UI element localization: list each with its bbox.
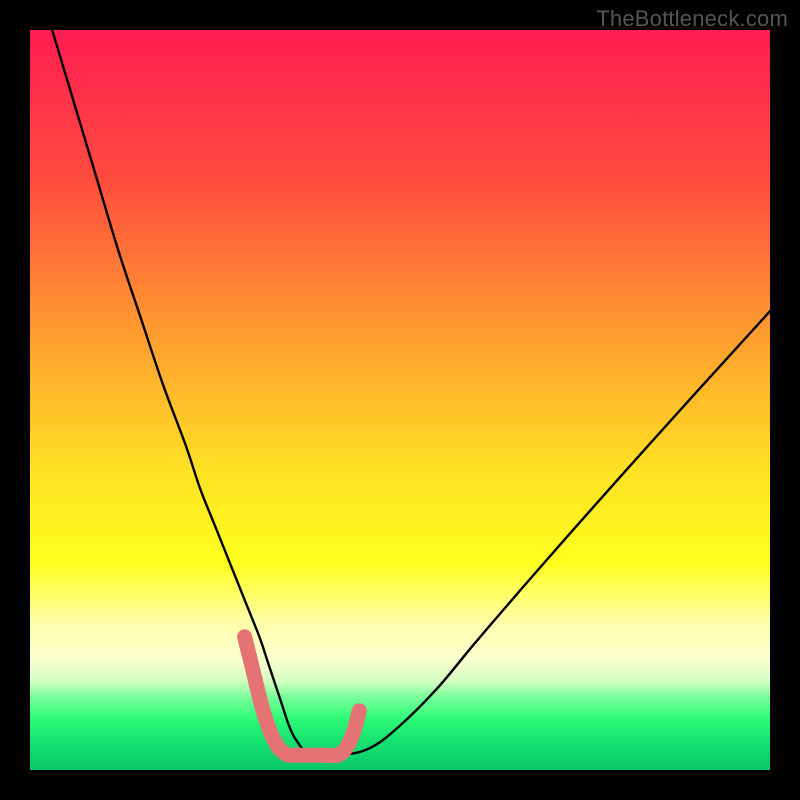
plot-area — [30, 30, 770, 770]
chart-container: TheBottleneck.com — [0, 0, 800, 800]
gradient-background — [30, 30, 770, 770]
chart-svg — [30, 30, 770, 770]
watermark-text: TheBottleneck.com — [596, 6, 788, 32]
